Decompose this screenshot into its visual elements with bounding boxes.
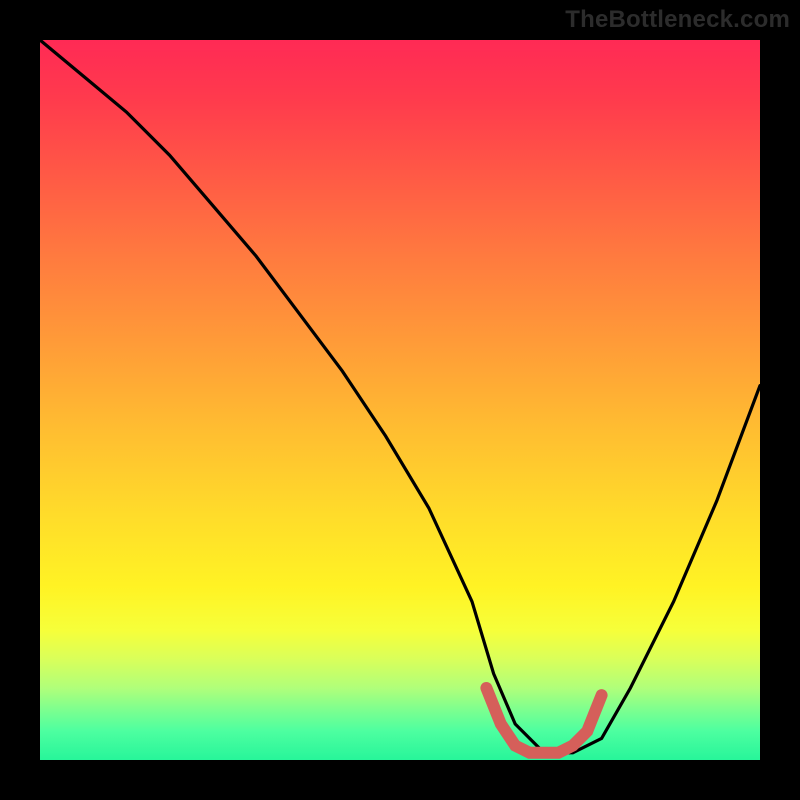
watermark-text: TheBottleneck.com [565, 6, 790, 34]
plot-area [40, 40, 760, 760]
bottleneck-curve-path [40, 40, 760, 753]
chart-svg [40, 40, 760, 760]
chart-container: TheBottleneck.com [0, 0, 800, 800]
